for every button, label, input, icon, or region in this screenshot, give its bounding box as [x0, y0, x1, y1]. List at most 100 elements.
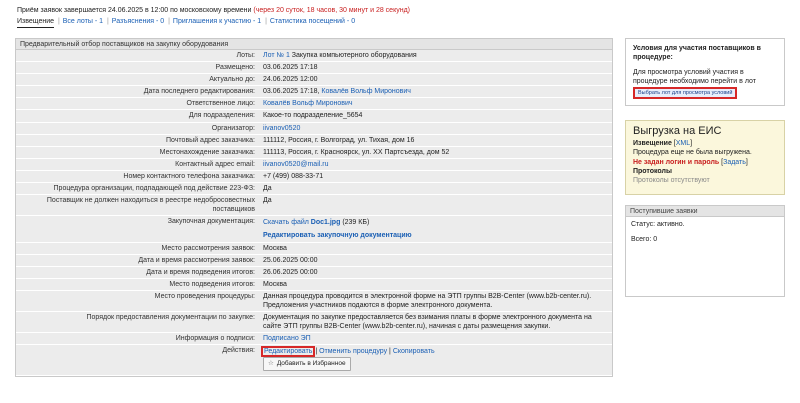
- tab-separator: |: [265, 18, 267, 25]
- row-docs-order: Порядок предоставления документации по з…: [16, 312, 612, 334]
- row-procedure-place: Место проведения процедуры: Данная проце…: [16, 290, 612, 313]
- row-department: Для подразделения: Какое-то подразделени…: [16, 110, 612, 123]
- eis-not-uploaded: Процедура еще не была выгружена.: [633, 149, 752, 157]
- set-login-link[interactable]: Задать: [723, 159, 746, 166]
- row-223fz: Процедура организации, подпадающей под д…: [16, 183, 612, 196]
- conditions-text: Для просмотра условий участия в процедур…: [633, 69, 756, 85]
- phone-label: Номер контактного телефона заказчика:: [123, 172, 255, 180]
- department-value: Какое-то подразделение_5654: [263, 112, 363, 120]
- incoming-bids-total: Всего: 0: [631, 236, 658, 243]
- eis-no-login: Не задан логин и пароль: [633, 158, 720, 166]
- tab-statistics[interactable]: Статистика посещений - 0: [270, 17, 355, 27]
- registry-value: Да: [263, 197, 272, 205]
- results-place-value: Москва: [263, 280, 287, 288]
- last-edit-label: Дата последнего редактирования:: [143, 88, 255, 96]
- doc-file-link[interactable]: Doc1.jpg: [311, 219, 341, 226]
- procedure-place-label: Место проведения процедуры:: [154, 292, 255, 300]
- tab-notice[interactable]: Извещение: [17, 17, 55, 28]
- docs-label: Закупочная документация:: [167, 218, 255, 226]
- xml-link[interactable]: XML: [676, 140, 690, 147]
- law223-label: Процедура организации, подпадающей под д…: [53, 185, 255, 193]
- participation-conditions-panel: Условия для участия поставщиков в процед…: [625, 38, 785, 106]
- tab-separator: |: [168, 18, 170, 25]
- responsible-link[interactable]: Ковалёв Вольф Миронович: [263, 100, 353, 107]
- copy-procedure-link[interactable]: Скопировать: [393, 348, 435, 355]
- row-email: Контактный адрес email: iivanov0520@mail…: [16, 158, 612, 171]
- row-actual: Актуально до: 24.06.2025 12:00: [16, 74, 612, 87]
- lot-name: Закупка компьютерного оборудования: [291, 52, 417, 59]
- cancel-procedure-link[interactable]: Отменить процедуру: [319, 348, 387, 355]
- edit-procedure-link[interactable]: Редактировать: [260, 346, 316, 358]
- email-link[interactable]: iivanov0520@mail.ru: [263, 161, 328, 168]
- row-responsible: Ответственное лицо: Ковалёв Вольф Мироно…: [16, 98, 612, 111]
- signature-label: Информация о подписи:: [175, 335, 255, 343]
- deadline-line: Приём заявок завершается 24.06.2025 в 12…: [17, 6, 410, 16]
- tab-separator: |: [106, 18, 109, 25]
- results-date-value: 26.06.2025 00:00: [263, 268, 318, 276]
- row-last-edit: Дата последнего редактирования: 03.06.20…: [16, 86, 612, 99]
- results-date-label: Дата и время подведения итогов:: [146, 268, 255, 276]
- postal-label: Почтовый адрес заказчика:: [166, 136, 255, 144]
- tab-separator: |: [57, 18, 60, 25]
- star-icon: ☆: [268, 360, 274, 368]
- conditions-title: Условия для участия поставщиков в процед…: [633, 45, 761, 61]
- tabs: Извещение | Все лоты - 1 | Разъяснения -…: [17, 17, 410, 28]
- lots-label: Лоты:: [236, 52, 255, 59]
- deadline-remaining: (через 20 суток, 18 часов, 30 минут и 28…: [253, 7, 410, 14]
- review-date-label: Дата и время рассмотрения заявок:: [138, 256, 255, 264]
- row-location: Местонахождение заказчика: 111113, Росси…: [16, 146, 612, 159]
- row-actions: Действия: Редактировать | Отменить проце…: [16, 345, 612, 376]
- procedure-panel: Предварительный отбор поставщиков на зак…: [15, 38, 613, 377]
- results-place-label: Место подведения итогов:: [169, 280, 255, 288]
- tab-invitations[interactable]: Приглашения к участию - 1: [173, 17, 261, 27]
- actual-value: 24.06.2025 12:00: [263, 76, 318, 84]
- procedure-title: Предварительный отбор поставщиков на зак…: [16, 39, 612, 50]
- eis-upload-panel: Выгрузка на ЕИС Извещение [XML] Процедур…: [625, 120, 785, 195]
- action-separator: |: [315, 348, 318, 356]
- download-file-link[interactable]: Скачать файл: [263, 219, 309, 226]
- tab-clarifications[interactable]: Разъяснения - 0: [112, 17, 164, 27]
- tab-all-lots[interactable]: Все лоты - 1: [63, 17, 103, 27]
- placed-label: Размещено:: [215, 64, 255, 72]
- phone-value: +7 (499) 088-33-71: [263, 172, 324, 180]
- email-label: Контактный адрес email:: [175, 160, 255, 168]
- signature-link[interactable]: Подписано ЭП: [263, 335, 311, 342]
- actual-label: Актуально до:: [209, 76, 255, 84]
- row-results-place: Место подведения итогов: Москва: [16, 278, 612, 291]
- row-phone: Номер контактного телефона заказчика: +7…: [16, 170, 612, 184]
- location-label: Местонахождение заказчика:: [159, 148, 255, 156]
- law223-value: Да: [263, 185, 272, 193]
- lot-link[interactable]: Лот № 1: [263, 52, 290, 59]
- eis-protocols-label: Протоколы: [633, 167, 672, 175]
- row-docs: Закупочная документация: Скачать файл Do…: [16, 216, 612, 243]
- department-label: Для подразделения:: [188, 112, 255, 120]
- eis-protocols-absent: Протоколы отсутствуют: [633, 177, 710, 185]
- docs-order-label: Порядок предоставления документации по з…: [86, 314, 255, 322]
- incoming-bids-status: Статус: активно.: [631, 221, 685, 228]
- incoming-bids-title: Поступившие заявки: [626, 206, 784, 217]
- row-postal: Почтовый адрес заказчика: 111112, Россия…: [16, 134, 612, 147]
- add-to-favorites-button[interactable]: ☆ Добавить в Избранное: [263, 357, 351, 371]
- procedure-place-value: Данная процедура проводится в электронно…: [263, 292, 592, 309]
- row-review-date: Дата и время рассмотрения заявок: 25.06.…: [16, 254, 612, 267]
- row-registry: Поставщик не должен находиться в реестре…: [16, 195, 612, 217]
- placed-value: 03.06.2025 17:18: [263, 64, 318, 72]
- incoming-bids-panel: Поступившие заявки Статус: активно. Всег…: [625, 205, 785, 297]
- row-review-place: Место рассмотрения заявок: Москва: [16, 242, 612, 255]
- edit-docs-link[interactable]: Редактировать закупочную документацию: [263, 232, 412, 239]
- registry-label: Поставщик не должен находиться в реестре…: [46, 197, 255, 214]
- row-results-date: Дата и время подведения итогов: 26.06.20…: [16, 266, 612, 279]
- select-lot-button[interactable]: Выбрать лот для просмотра условий: [633, 87, 738, 99]
- last-edit-value: 03.06.2025 17:18,: [263, 88, 320, 96]
- organizer-link[interactable]: iivanov0520: [263, 125, 300, 132]
- doc-file-size: (239 КБ): [342, 219, 370, 227]
- header: Приём заявок завершается 24.06.2025 в 12…: [17, 6, 410, 28]
- docs-order-value: Документация по закупке предоставляется …: [263, 314, 592, 331]
- review-place-label: Место рассмотрения заявок:: [161, 244, 255, 252]
- responsible-label: Ответственное лицо:: [186, 100, 255, 108]
- action-separator: |: [389, 348, 391, 356]
- eis-notice-label: Извещение: [633, 140, 672, 147]
- deadline-text: Приём заявок завершается 24.06.2025 в 12…: [17, 7, 252, 14]
- last-edit-user-link[interactable]: Ковалёв Вольф Миронович: [321, 88, 411, 95]
- row-placed: Размещено: 03.06.2025 17:18: [16, 62, 612, 75]
